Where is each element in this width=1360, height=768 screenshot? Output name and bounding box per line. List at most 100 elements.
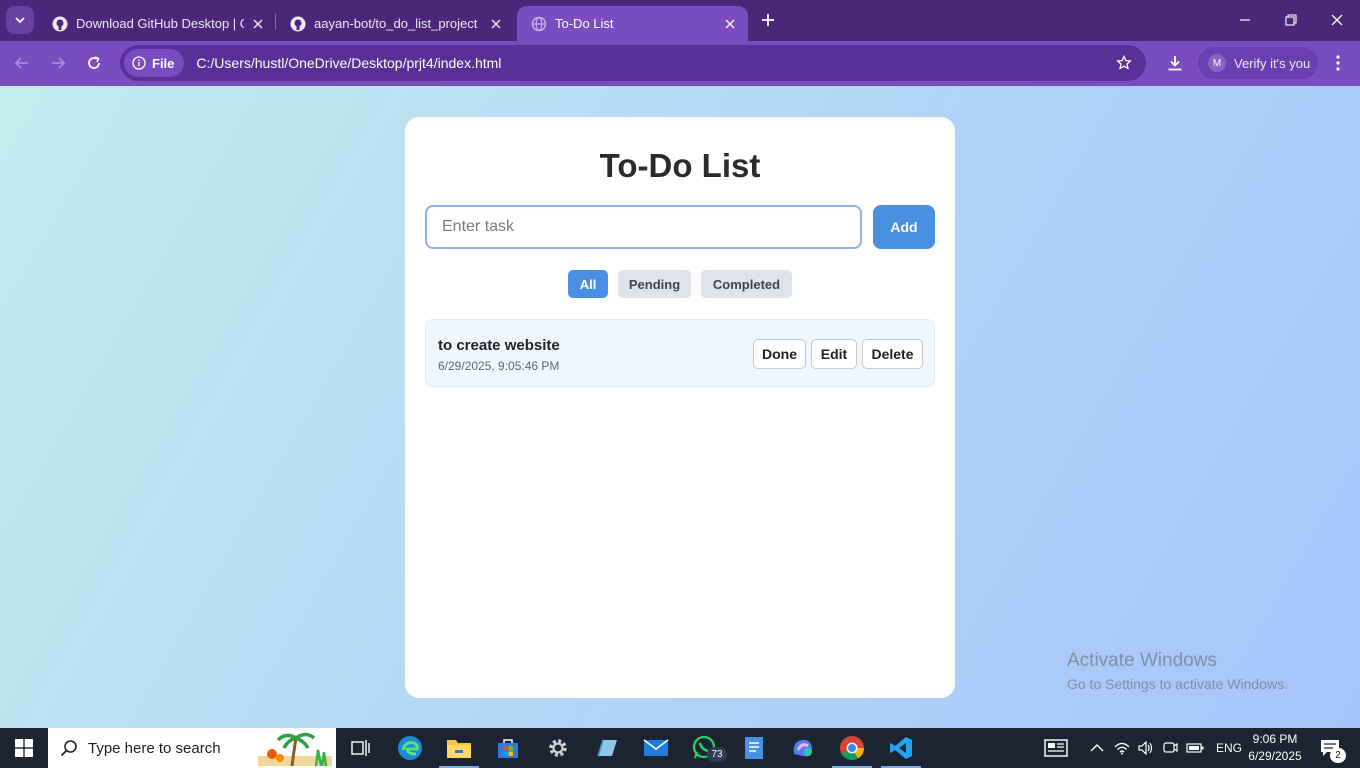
chrome-icon	[840, 736, 864, 761]
address-bar[interactable]: File C:/Users/hustl/OneDrive/Desktop/prj…	[120, 45, 1146, 81]
store-app[interactable]	[488, 732, 528, 764]
task-view-icon	[351, 740, 370, 756]
document-icon	[745, 737, 763, 759]
system-tray: ENG	[1090, 728, 1242, 768]
task-timestamp: 6/29/2025, 9:05:46 PM	[438, 359, 560, 373]
profile-button[interactable]: M Verify it's you	[1198, 47, 1318, 79]
menu-button[interactable]	[1324, 49, 1352, 77]
github-icon	[52, 16, 68, 31]
document-app[interactable]	[734, 732, 774, 764]
close-tab-icon[interactable]	[488, 16, 504, 32]
folder-icon	[447, 740, 471, 758]
watermark-title: Activate Windows	[1067, 650, 1217, 671]
windows-logo-icon	[15, 739, 33, 757]
battery-icon[interactable]	[1186, 742, 1204, 754]
filter-all-button[interactable]: All	[568, 270, 608, 298]
task-view-button[interactable]	[340, 732, 380, 764]
activation-watermark: Activate Windows Go to Settings to activ…	[1067, 650, 1288, 692]
avatar: M	[1208, 54, 1226, 72]
vscode-icon	[890, 737, 912, 759]
taskbar-clock[interactable]: 9:06 PM 6/29/2025	[1244, 731, 1306, 765]
reload-icon	[88, 56, 100, 69]
browser-tab-strip: Download GitHub Desktop | GitHub Docs aa…	[0, 0, 1360, 41]
close-tab-icon[interactable]	[250, 16, 266, 32]
start-button[interactable]	[0, 728, 48, 768]
watermark-subtitle: Go to Settings to activate Windows.	[1067, 676, 1288, 692]
mail-app[interactable]	[636, 732, 676, 764]
file-explorer-app[interactable]	[439, 732, 479, 768]
tab-todo-list-active[interactable]: To-Do List	[517, 6, 748, 41]
volume-icon[interactable]	[1138, 741, 1154, 755]
bookmark-button[interactable]	[1110, 49, 1138, 77]
done-button[interactable]: Done	[753, 339, 806, 369]
gear-icon	[549, 739, 567, 757]
edit-button[interactable]: Edit	[811, 339, 857, 369]
scheme-label: File	[152, 55, 175, 71]
mail-icon	[643, 739, 669, 756]
settings-app[interactable]	[538, 732, 578, 764]
close-tab-icon[interactable]	[722, 16, 738, 32]
profile-label: Verify it's you	[1234, 55, 1311, 71]
taskbar-search[interactable]: Type here to search	[48, 728, 336, 768]
windows-taskbar: Type here to search 73 ENG 9:06 PM 6/29/…	[0, 728, 1360, 768]
whatsapp-app[interactable]: 73	[685, 732, 727, 764]
news-widget[interactable]	[1036, 732, 1076, 764]
tab-repo[interactable]: aayan-bot/to_do_list_project	[276, 6, 514, 41]
browser-toolbar: File C:/Users/hustl/OneDrive/Desktop/prj…	[0, 41, 1360, 86]
tab-github-desktop[interactable]: Download GitHub Desktop | GitHub Docs	[38, 6, 276, 41]
site-info-chip[interactable]: File	[124, 49, 185, 77]
chevron-down-icon	[15, 17, 25, 24]
edge-app[interactable]	[390, 732, 430, 764]
star-icon	[1116, 55, 1132, 70]
clock-time: 9:06 PM	[1252, 732, 1298, 746]
plus-icon	[762, 14, 774, 26]
url-text[interactable]: C:/Users/hustl/OneDrive/Desktop/prjt4/in…	[196, 55, 1110, 71]
notification-badge: 2	[1330, 748, 1346, 763]
notes-app[interactable]	[587, 732, 627, 764]
forward-button[interactable]	[44, 49, 72, 77]
add-task-button[interactable]: Add	[873, 205, 935, 249]
news-icon	[1044, 739, 1068, 757]
tab-title: aayan-bot/to_do_list_project	[314, 16, 478, 31]
notification-center-button[interactable]: 2	[1310, 732, 1350, 764]
globe-icon	[531, 16, 547, 31]
notes-icon	[597, 739, 617, 757]
meet-now-icon[interactable]	[1162, 741, 1178, 755]
downloads-button[interactable]	[1161, 49, 1189, 77]
chrome-app[interactable]	[832, 732, 872, 768]
download-icon	[1168, 56, 1182, 71]
github-icon	[290, 16, 306, 31]
store-icon	[498, 739, 518, 758]
restore-icon	[1285, 14, 1297, 26]
arrow-right-icon	[52, 57, 66, 69]
new-tab-button[interactable]	[756, 8, 780, 32]
page-viewport: To-Do List Add All Pending Completed to …	[0, 86, 1360, 728]
network-icon[interactable]	[1114, 741, 1130, 755]
input-language[interactable]: ENG	[1216, 741, 1242, 755]
copilot-icon	[793, 739, 812, 757]
chevron-up-icon[interactable]	[1090, 743, 1104, 753]
task-input[interactable]	[425, 205, 862, 249]
close-window-button[interactable]	[1314, 0, 1360, 40]
back-button[interactable]	[8, 49, 36, 77]
filter-completed-button[interactable]: Completed	[701, 270, 792, 298]
tab-title: Download GitHub Desktop | GitHub Docs	[76, 16, 244, 31]
filter-pending-button[interactable]: Pending	[618, 270, 691, 298]
search-icon	[60, 740, 77, 757]
copilot-app[interactable]	[783, 732, 823, 764]
restore-button[interactable]	[1268, 0, 1314, 40]
delete-button[interactable]: Delete	[862, 339, 923, 369]
tab-title: To-Do List	[555, 16, 614, 31]
clock-date: 6/29/2025	[1248, 749, 1302, 763]
info-icon	[132, 56, 146, 70]
vscode-app[interactable]	[881, 732, 921, 768]
palm-tree-decoration-icon	[258, 732, 332, 766]
whatsapp-badge: 73	[707, 747, 727, 762]
todo-card: To-Do List Add All Pending Completed to …	[405, 117, 955, 698]
close-icon	[1331, 14, 1343, 26]
arrow-left-icon	[14, 57, 28, 69]
reload-button[interactable]	[80, 49, 108, 77]
minimize-button[interactable]	[1222, 0, 1268, 40]
more-vertical-icon	[1336, 55, 1340, 71]
tab-search-button[interactable]	[6, 6, 34, 34]
